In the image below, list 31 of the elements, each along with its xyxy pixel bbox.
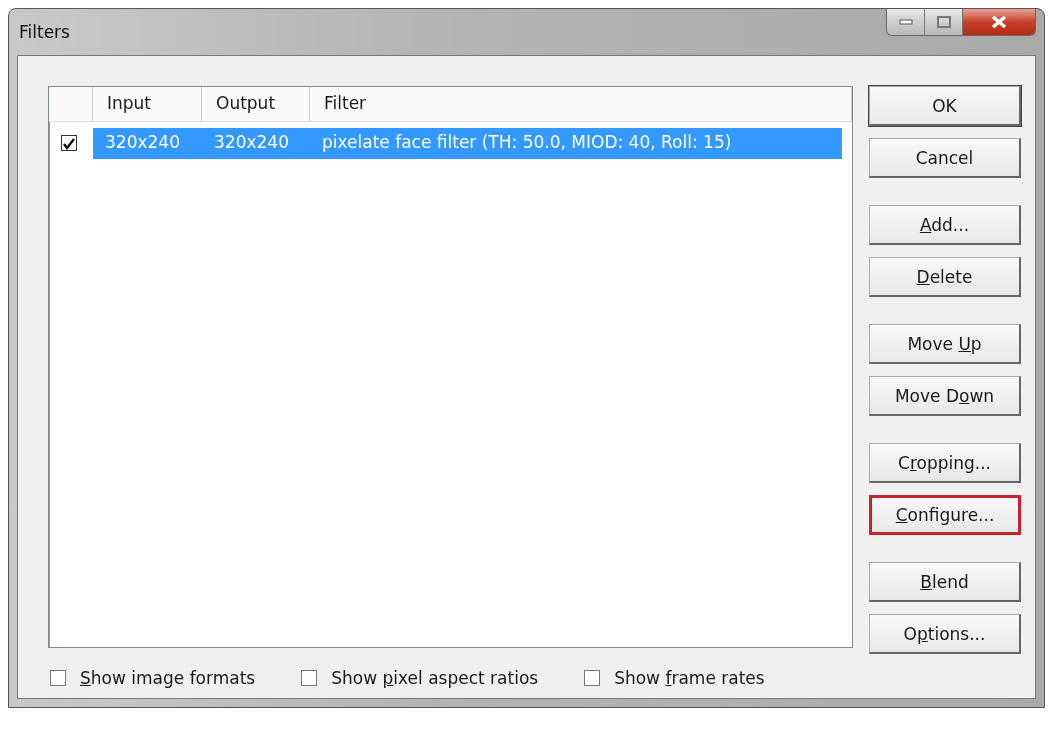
option-checkbox[interactable]: [301, 670, 318, 686]
row-checkbox[interactable]: [61, 135, 77, 151]
checkbox-label[interactable]: Show image formats: [80, 668, 256, 688]
close-button[interactable]: [963, 9, 1035, 35]
window-title: Filters: [18, 22, 70, 42]
dialog-button[interactable]: Options...: [869, 614, 1021, 654]
dialog-button[interactable]: Delete: [869, 257, 1021, 297]
dialog-button[interactable]: Add...: [869, 205, 1021, 245]
column-header[interactable]: Input: [93, 87, 202, 121]
dialog-button[interactable]: Configure...: [869, 495, 1021, 535]
column-header[interactable]: Filter: [310, 87, 852, 121]
maximize-button[interactable]: [925, 9, 963, 35]
table-cell: 320x240: [93, 128, 202, 159]
table-cell: 320x240: [202, 128, 310, 159]
column-header[interactable]: Output: [202, 87, 310, 121]
maximize-icon: [936, 16, 951, 28]
checkbox-label[interactable]: Show pixel aspect ratios: [331, 668, 539, 688]
minimize-button[interactable]: [887, 9, 925, 35]
dialog-button[interactable]: Blend: [869, 562, 1021, 602]
checkbox-label[interactable]: Show frame rates: [614, 668, 765, 688]
close-icon: [991, 15, 1007, 29]
dialog-button[interactable]: Cropping...: [869, 443, 1021, 483]
option-checkbox[interactable]: [584, 670, 601, 686]
dialog-button[interactable]: OK: [869, 86, 1021, 126]
dialog-button[interactable]: Move Down: [869, 376, 1021, 416]
filter-list[interactable]: Input Output Filter 320x240 320x240 pixelate face filter (TH: 50.0, MIOD: 40, Roll: 15): [48, 86, 853, 648]
dialog-button[interactable]: Cancel: [869, 138, 1021, 178]
minimize-icon: [898, 19, 913, 25]
dialog-button[interactable]: Move Up: [869, 324, 1021, 364]
table-cell: pixelate face filter (TH: 50.0, MIOD: 40, Roll: 15): [310, 128, 842, 159]
option-checkbox[interactable]: [50, 670, 66, 686]
